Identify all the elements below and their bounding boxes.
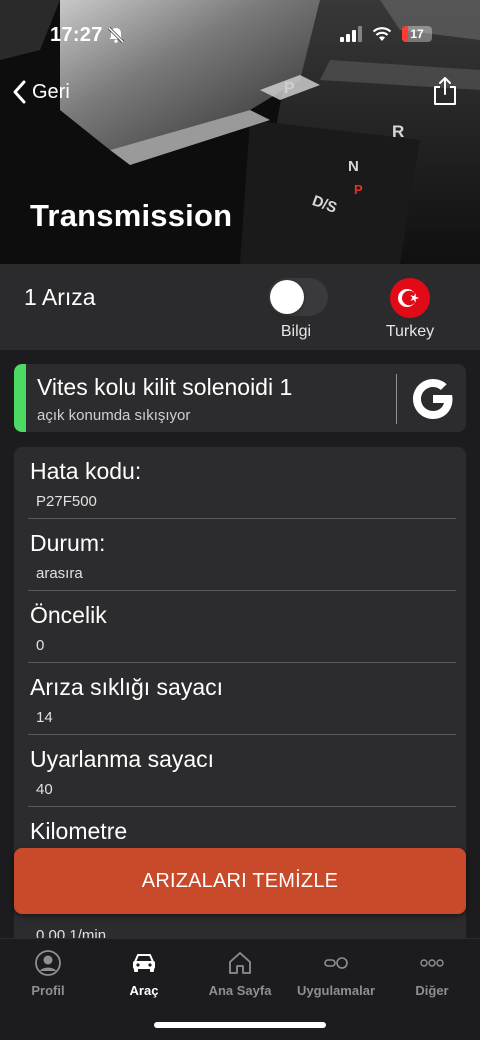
chevron-left-icon bbox=[13, 80, 26, 104]
fault-status-accent bbox=[14, 364, 26, 432]
tab-label: Araç bbox=[129, 983, 159, 998]
tab-label: Diğer bbox=[415, 983, 449, 998]
header-hero: P R N P D/S 17:27 17 Geri Transmission bbox=[0, 0, 480, 264]
detail-label: Durum: bbox=[30, 530, 106, 556]
detail-row-status: Durum: arasıra bbox=[14, 519, 466, 591]
tab-apps[interactable]: Uygulamalar bbox=[288, 949, 384, 998]
battery-level: 17 bbox=[410, 27, 424, 41]
fault-card[interactable]: Vites kolu kilit solenoidi 1 açık konumd… bbox=[14, 364, 466, 432]
detail-value: 14 bbox=[36, 709, 53, 726]
detail-value: P27F500 bbox=[36, 493, 97, 510]
detail-row-frequency-counter: Arıza sıklığı sayacı 14 bbox=[14, 663, 466, 735]
tab-label: Profil bbox=[31, 983, 65, 998]
shifter-p-label: P bbox=[284, 80, 295, 97]
detail-label: Kilometre bbox=[30, 818, 128, 844]
apps-icon bbox=[324, 957, 348, 969]
wifi-icon bbox=[372, 27, 392, 41]
tab-label: Uygulamalar bbox=[296, 983, 376, 998]
back-label: Geri bbox=[32, 80, 70, 103]
shifter-n-label: N bbox=[348, 158, 359, 175]
detail-value: 0 bbox=[36, 637, 45, 654]
detail-label: Hata kodu: bbox=[30, 458, 142, 484]
detail-value: 40 bbox=[36, 781, 53, 798]
shifter-p-indicator: P bbox=[354, 182, 363, 197]
back-button[interactable]: Geri bbox=[12, 80, 70, 104]
divider bbox=[396, 374, 397, 424]
tab-more[interactable]: Diğer bbox=[384, 949, 480, 998]
battery-icon: 17 bbox=[402, 26, 432, 42]
detail-label: Öncelik bbox=[30, 602, 107, 628]
status-time: 17:27 bbox=[50, 24, 103, 46]
info-toggle-label: Bilgi bbox=[280, 323, 312, 340]
detail-value: arasıra bbox=[36, 565, 83, 582]
info-toggle-knob[interactable] bbox=[270, 280, 304, 314]
more-icon bbox=[420, 959, 444, 967]
home-indicator[interactable] bbox=[154, 1022, 326, 1028]
clear-faults-button[interactable]: ARIZALARI TEMİZLE bbox=[14, 848, 466, 914]
person-icon bbox=[35, 950, 61, 976]
fault-count: 1 Arıza bbox=[24, 284, 96, 310]
status-bar: 17:27 17 bbox=[0, 0, 480, 70]
detail-label: Arıza sıklığı sayacı bbox=[30, 674, 224, 700]
region-label: Turkey bbox=[385, 323, 435, 340]
shifter-r-label: R bbox=[392, 122, 405, 141]
detail-row-priority: Öncelik 0 bbox=[14, 591, 466, 663]
fault-title: Vites kolu kilit solenoidi 1 bbox=[37, 374, 293, 400]
detail-row-fault-code: Hata kodu: P27F500 bbox=[14, 447, 466, 519]
google-search-icon[interactable] bbox=[408, 374, 458, 424]
home-icon bbox=[229, 952, 251, 974]
signal-icon bbox=[340, 26, 362, 42]
detail-row-adaptation-counter: Uyarlanma sayacı 40 bbox=[14, 735, 466, 807]
page-title: Transmission bbox=[30, 198, 233, 233]
bell-muted-icon bbox=[107, 26, 125, 44]
turkey-flag-icon[interactable] bbox=[390, 278, 430, 318]
detail-label: Uyarlanma sayacı bbox=[30, 746, 215, 772]
share-icon[interactable] bbox=[432, 76, 458, 106]
tab-label: Ana Sayfa bbox=[208, 983, 272, 998]
fault-subtitle: açık konumda sıkışıyor bbox=[37, 407, 191, 424]
car-icon bbox=[133, 954, 155, 972]
tab-vehicle[interactable]: Araç bbox=[96, 949, 192, 998]
tab-home[interactable]: Ana Sayfa bbox=[192, 949, 288, 998]
tab-profile[interactable]: Profil bbox=[0, 949, 96, 998]
